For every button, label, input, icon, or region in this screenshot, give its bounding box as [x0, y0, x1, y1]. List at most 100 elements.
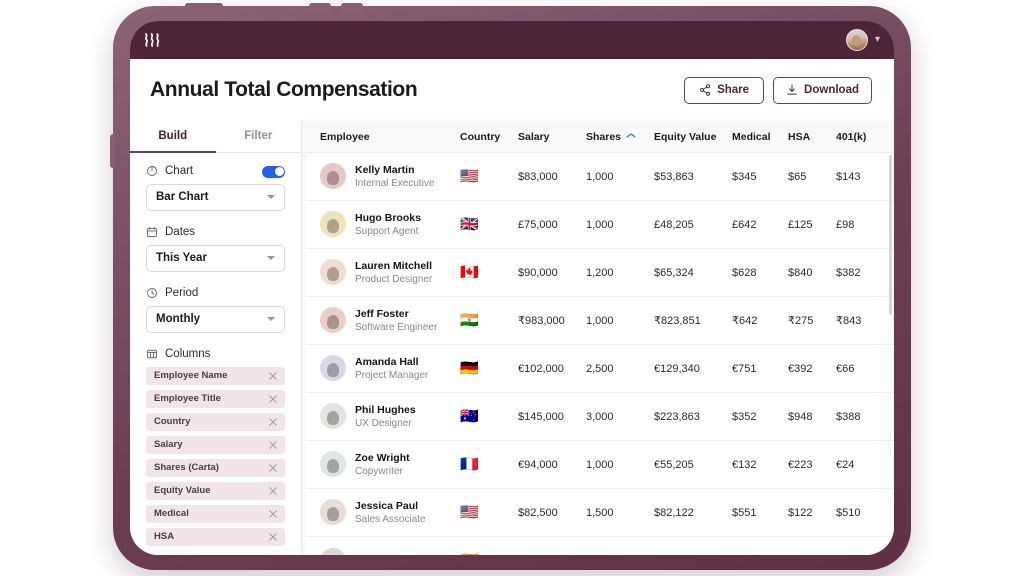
column-chip-label: Employee Name [154, 370, 228, 382]
tab-build[interactable]: Build [130, 121, 216, 153]
download-button[interactable]: Download [773, 76, 872, 104]
salary-cell: $90,000 [518, 266, 558, 279]
close-icon[interactable] [268, 394, 278, 404]
shares-cell: 1,000 [586, 170, 614, 183]
tablet-frame: ▾ Annual Total Compensation Share Downlo… [110, 3, 911, 570]
dates-range-select[interactable]: This Year [146, 244, 285, 272]
equity-cell: $53,863 [654, 170, 694, 183]
table-column-header-retirement[interactable]: 401(k) [836, 131, 884, 143]
avatar [320, 259, 346, 286]
table-row[interactable]: Kelly Martin Internal Executive 🇺🇸 $83,000 1… [306, 153, 894, 201]
dates-group-label: Dates [146, 226, 285, 238]
column-header-label: Medical [732, 130, 771, 143]
table-column-header-employee[interactable]: Employee [320, 131, 460, 143]
table-column-header-equity[interactable]: Equity Value [654, 131, 732, 143]
shares-cell: 1,000 [586, 314, 614, 327]
period-select[interactable]: Monthly [146, 305, 285, 333]
chart-type-select[interactable]: Bar Chart [146, 183, 285, 211]
salary-cell: £75,000 [518, 218, 558, 231]
column-header-label: HSA [788, 130, 811, 143]
salary-cell: $83,000 [518, 170, 558, 183]
download-button-label: Download [804, 84, 859, 96]
nav-avatar[interactable] [845, 29, 868, 51]
shares-cell: 1,000 [586, 458, 614, 471]
nav-user-menu[interactable]: ▾ [845, 21, 880, 59]
table-row[interactable]: Jeff Foster Software Engineer 🇮🇳 ₹983,000 1,… [306, 297, 894, 345]
page-header: Annual Total Compensation Share Download [130, 59, 894, 121]
column-chip[interactable]: Employee Title [146, 389, 285, 408]
employee-name: Zoe Wright [355, 451, 410, 464]
table-column-header-shares[interactable]: Shares [586, 131, 654, 143]
column-chip[interactable]: Equity Value [146, 481, 285, 500]
table-row[interactable]: Amit Moore 🇮🇳 [306, 537, 894, 555]
tab-filter[interactable]: Filter [216, 121, 302, 152]
table-row[interactable]: Jessica Paul Sales Associate 🇺🇸 $82,500 1,50… [306, 489, 894, 537]
employee-cell: Amanda Hall Project Manager [320, 355, 460, 383]
avatar [320, 211, 346, 238]
country-flag-icon: 🇨🇦 [460, 264, 479, 281]
employee-name: Phil Hughes [355, 403, 416, 416]
employee-title: Copywriter [355, 465, 403, 477]
chevron-down-icon [267, 317, 275, 322]
column-chip[interactable]: Employee Name [146, 366, 285, 385]
table-row[interactable]: Hugo Brooks Support Agent 🇬🇧 £75,000 1,000 £4… [306, 201, 894, 249]
chevron-down-icon[interactable]: ▾ [875, 35, 880, 45]
table-column-header-hsa[interactable]: HSA [788, 131, 836, 143]
table-column-header-salary[interactable]: Salary [518, 131, 586, 143]
employee-name: Amanda Hall [355, 355, 419, 368]
sidebar-content: Chart Bar Chart Dates This Year Period M… [130, 153, 301, 555]
equity-cell: ₹823,851 [654, 315, 701, 327]
close-icon[interactable] [268, 486, 278, 496]
shares-cell: 1,200 [586, 266, 614, 279]
employee-cell: Kelly Martin Internal Executive [320, 163, 460, 191]
avatar [320, 547, 346, 555]
shares-cell: 1,000 [586, 218, 614, 231]
country-flag-icon: 🇮🇳 [460, 553, 518, 555]
table-row[interactable]: Amanda Hall Project Manager 🇩🇪 €102,000 2,50… [306, 345, 894, 393]
table-row[interactable]: Phil Hughes UX Designer 🇦🇺 $145,000 3,000 $22… [306, 393, 894, 441]
app-logo[interactable] [144, 33, 161, 47]
column-chip-label: Medical [154, 508, 189, 520]
medical-cell: £642 [732, 218, 757, 231]
columns-group-label: Columns [146, 348, 285, 360]
close-icon[interactable] [268, 417, 278, 427]
table-row[interactable]: Lauren Mitchell Product Designer 🇨🇦 $90,000… [306, 249, 894, 297]
equity-cell: €129,340 [654, 362, 700, 375]
salary-cell: €94,000 [518, 458, 558, 471]
medical-cell: $345 [732, 170, 757, 183]
calendar-icon [146, 226, 158, 238]
close-icon[interactable] [268, 371, 278, 381]
chart-toggle[interactable] [262, 165, 285, 178]
close-icon[interactable] [268, 532, 278, 542]
column-chip[interactable]: Shares (Carta) [146, 458, 285, 477]
chevron-down-icon [267, 195, 275, 200]
table-scrollbar[interactable] [889, 155, 892, 315]
close-icon[interactable] [268, 440, 278, 450]
sort-ascending-icon[interactable] [626, 131, 636, 143]
data-table: Employee Country Salary Shares Equity Value M… [302, 121, 894, 555]
equity-cell: €55,205 [654, 458, 694, 471]
table-row[interactable]: Zoe Wright Copywriter 🇫🇷 €94,000 1,000 €55,20… [306, 441, 894, 489]
column-chip[interactable]: Country [146, 412, 285, 431]
equity-cell: $223,863 [654, 410, 700, 423]
page-title: Annual Total Compensation [150, 78, 418, 101]
employee-title: Internal Executive [355, 177, 435, 189]
close-icon[interactable] [268, 463, 278, 473]
table-column-header-medical[interactable]: Medical [732, 131, 788, 143]
medical-cell: €132 [732, 458, 757, 471]
column-chip[interactable]: HSA [146, 527, 285, 546]
employee-cell: Jeff Foster Software Engineer [320, 307, 460, 335]
employee-name: Amit Moore [355, 553, 413, 555]
employee-cell: Jessica Paul Sales Associate [320, 499, 460, 527]
avatar [320, 355, 346, 382]
column-chip[interactable]: Salary [146, 435, 285, 454]
table-column-header-country[interactable]: Country [460, 131, 518, 143]
app-top-nav: ▾ [130, 21, 894, 59]
tablet-top-button-1 [185, 3, 223, 10]
column-chip[interactable]: Medical [146, 504, 285, 523]
employee-cell: Phil Hughes UX Designer [320, 403, 460, 431]
share-button[interactable]: Share [684, 76, 765, 104]
employee-cell: Amit Moore [320, 547, 460, 555]
close-icon[interactable] [268, 509, 278, 519]
chart-type-value: Bar Chart [156, 191, 209, 204]
